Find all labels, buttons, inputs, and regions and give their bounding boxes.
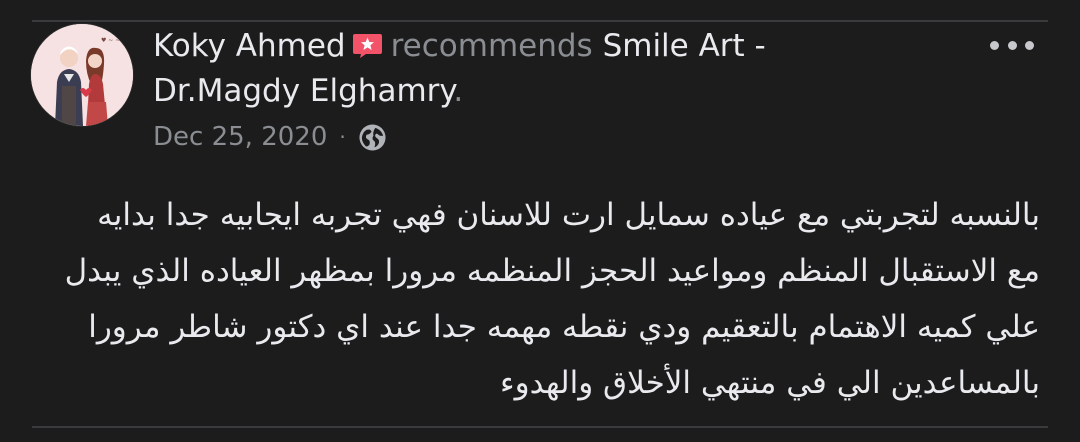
avatar[interactable]: ♥ ~ ~ — [31, 24, 133, 126]
post-body-line: بالنسبه لتجربتي مع عياده سمايل ارت للاسن… — [97, 197, 1040, 233]
globe-icon — [359, 123, 386, 151]
top-divider — [32, 20, 1048, 22]
more-dot — [1025, 40, 1034, 50]
post-date[interactable]: Dec 25, 2020 — [153, 122, 327, 152]
page-name-line1[interactable]: Smile Art - — [603, 28, 766, 64]
recommends-verb: recommends — [390, 28, 593, 64]
post-body-line: علي كميه الاهتمام بالتعقيم ودي نقطه مهمه… — [88, 309, 1040, 345]
post-body-line: بالمساعدين الي في منتهي الأخلاق والهدوء — [500, 365, 1040, 401]
more-dot — [1007, 40, 1017, 50]
avatar-illustration: ♥ ~ ~ — [31, 24, 133, 126]
post-body-line: مع الاستقبال المنظم ومواعيد الحجز المنظم… — [64, 253, 1040, 289]
svg-text:♥ ~ ~: ♥ ~ ~ — [101, 37, 120, 44]
more-dot — [990, 40, 999, 50]
author-name[interactable]: Koky Ahmed — [153, 28, 346, 64]
page-name-line2[interactable]: Dr.Magdy Elghamry — [153, 73, 453, 109]
more-options-icon[interactable] — [990, 31, 1034, 59]
page-name-suffix: . — [453, 73, 464, 109]
post-meta: Dec 25, 2020 · — [153, 117, 387, 157]
bottom-divider — [32, 426, 1048, 428]
post-header: Koky Ahmed recommends Smile Art - Dr.Mag… — [153, 24, 853, 114]
post-body: بالنسبه لتجربتي مع عياده سمايل ارت للاسن… — [30, 187, 1040, 411]
meta-separator: · — [339, 125, 346, 149]
recommendation-badge-icon — [352, 34, 382, 58]
